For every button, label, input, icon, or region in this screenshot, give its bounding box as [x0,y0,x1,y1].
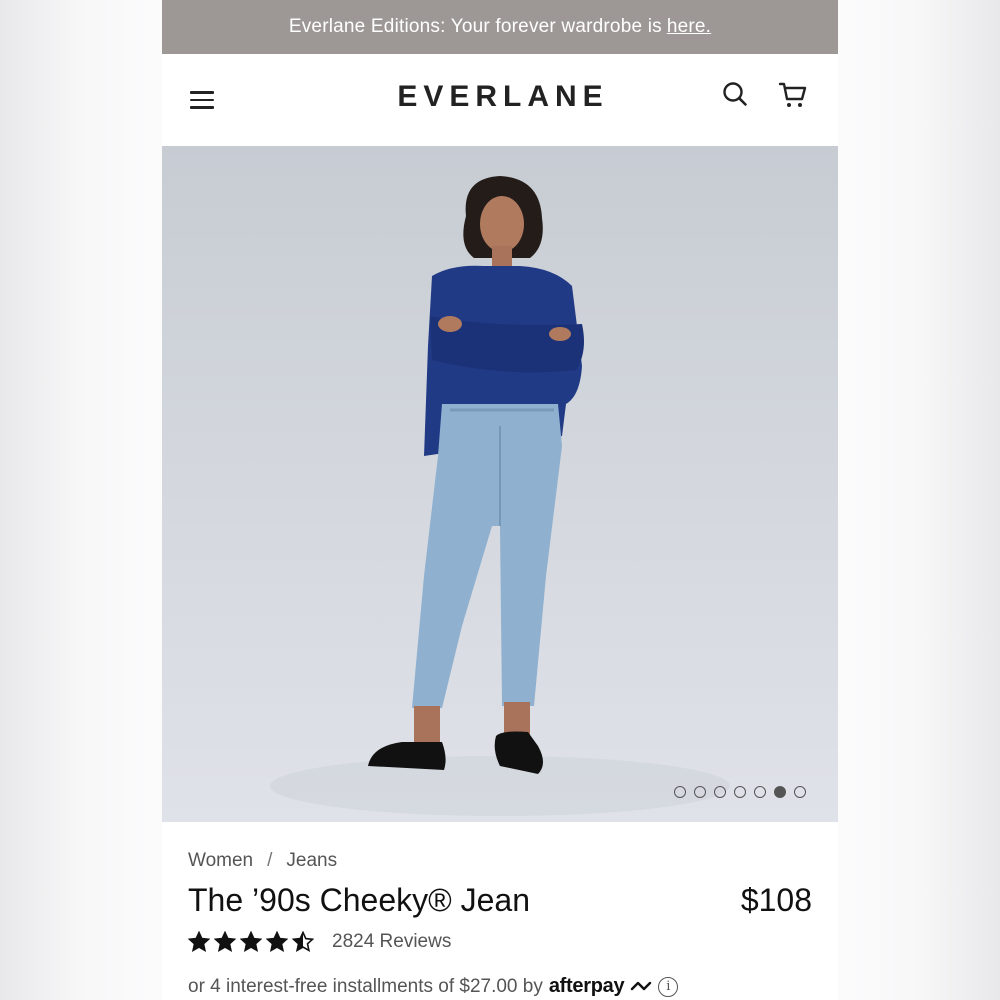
afterpay-text: or 4 interest-free installments of $27.0… [188,975,543,997]
afterpay-row: or 4 interest-free installments of $27.0… [188,975,812,998]
carousel-dot[interactable] [754,786,766,798]
carousel-dot[interactable] [674,786,686,798]
star-half-icon [292,931,314,952]
carousel-dot[interactable] [714,786,726,798]
carousel-dot[interactable] [794,786,806,798]
afterpay-arrows-icon [631,981,652,990]
breadcrumb-separator: / [267,850,273,871]
site-header: EVERLANE [162,54,838,146]
search-icon[interactable] [721,80,749,108]
title-row: The ’90s Cheeky® Jean $108 [188,882,812,919]
info-icon[interactable]: i [658,976,679,997]
carousel-dots [674,786,806,798]
star-full-icon [266,931,288,952]
reviews-link[interactable]: 2824 Reviews [332,931,451,953]
breadcrumb-jeans[interactable]: Jeans [286,850,337,872]
carousel-dot[interactable] [734,786,746,798]
product-photo [270,176,730,816]
rating-row: 2824 Reviews [188,931,812,953]
product-info: Women / Jeans The ’90s Cheeky® Jean $108… [162,822,838,998]
promo-banner: Everlane Editions: Your forever wardrobe… [162,0,838,54]
breadcrumb: Women / Jeans [188,850,812,872]
afterpay-logo: afterpay [548,975,625,997]
carousel-dot[interactable] [694,786,706,798]
cart-icon[interactable] [778,80,808,110]
breadcrumb-women[interactable]: Women [188,850,253,872]
carousel-dot[interactable] [774,786,786,798]
product-title: The ’90s Cheeky® Jean [188,882,530,918]
rating-stars[interactable] [188,931,314,953]
product-image-carousel[interactable] [162,146,838,822]
star-full-icon [188,931,210,952]
promo-banner-link[interactable]: here. [667,16,711,38]
product-price: $108 [740,882,812,918]
star-full-icon [214,931,236,952]
mobile-page: Everlane Editions: Your forever wardrobe… [162,0,838,1000]
star-full-icon [240,931,262,952]
promo-banner-text: Everlane Editions: Your forever wardrobe… [288,16,662,37]
